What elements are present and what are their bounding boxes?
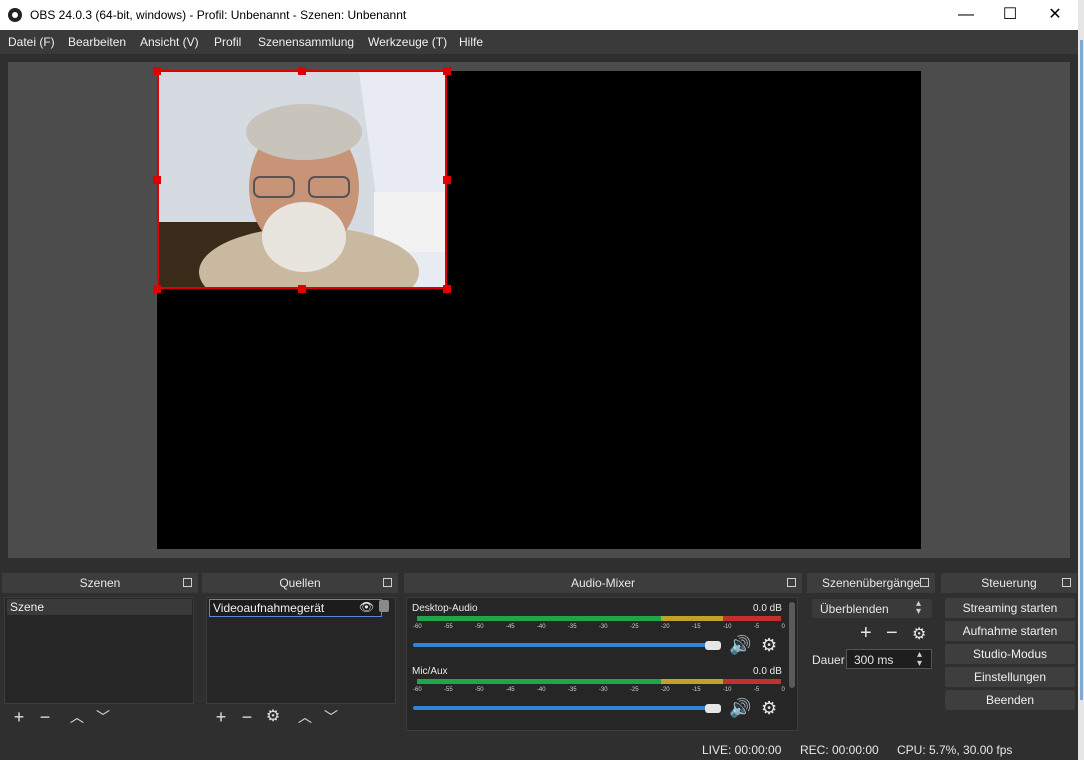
menu-datei[interactable]: Datei (F) bbox=[8, 35, 55, 49]
cpu-fps: CPU: 5.7%, 30.00 fps bbox=[897, 743, 1013, 757]
remove-scene-minus-icon[interactable]: − bbox=[33, 705, 57, 729]
scenes-list[interactable]: Szene bbox=[4, 597, 194, 704]
add-scene-plus-icon[interactable]: + bbox=[7, 705, 31, 729]
move-down-chevron-icon[interactable]: ﹀ bbox=[319, 705, 343, 729]
side-scrollbar bbox=[1078, 0, 1084, 760]
channel-name: Desktop-Audio bbox=[412, 603, 478, 614]
move-up-chevron-icon[interactable]: ︿ bbox=[293, 705, 317, 729]
menu-bar: Datei (F) Bearbeiten Ansicht (V) Profil … bbox=[0, 30, 1078, 54]
meter-ticks: -60 -55 -50 -45 -40 -35 -30 -25 -20 -15 -10 -5 0 bbox=[413, 624, 785, 630]
sources-title: Quellen bbox=[279, 576, 321, 590]
add-transition-plus-icon[interactable]: + bbox=[860, 622, 872, 645]
webcam-source-preview[interactable] bbox=[157, 70, 447, 289]
rec-time: REC: 00:00:00 bbox=[800, 743, 879, 757]
resize-handle-tl[interactable] bbox=[153, 67, 161, 75]
exit-button[interactable]: Beenden bbox=[945, 690, 1075, 710]
title-bar: OBS 24.0.3 (64-bit, windows) - Profil: U… bbox=[0, 0, 1078, 30]
close-button[interactable]: ✕ bbox=[1032, 0, 1078, 30]
channel-settings-gear-icon[interactable]: ⚙ bbox=[761, 698, 777, 719]
volume-slider[interactable] bbox=[413, 706, 717, 710]
remove-source-minus-icon[interactable]: − bbox=[235, 705, 259, 729]
scenes-title: Szenen bbox=[79, 576, 121, 590]
add-source-plus-icon[interactable]: + bbox=[209, 705, 233, 729]
menu-profil[interactable]: Profil bbox=[214, 35, 241, 49]
menu-bearbeiten[interactable]: Bearbeiten bbox=[68, 35, 126, 49]
mixer-scrollbar[interactable] bbox=[789, 602, 795, 688]
transitions-title: Szenenübergänge bbox=[821, 576, 921, 590]
maximize-button[interactable]: ☐ bbox=[987, 0, 1033, 30]
mixer-title: Audio-Mixer bbox=[570, 576, 636, 590]
source-settings-gear-icon[interactable]: ⚙ bbox=[261, 705, 285, 729]
controls-title: Steuerung bbox=[981, 576, 1037, 590]
float-dock-icon[interactable] bbox=[183, 578, 192, 587]
status-bar: LIVE: 00:00:00 REC: 00:00:00 CPU: 5.7%, … bbox=[0, 740, 1078, 760]
volume-slider[interactable] bbox=[413, 643, 717, 647]
float-dock-icon[interactable] bbox=[1062, 578, 1071, 587]
resize-handle-br[interactable] bbox=[443, 285, 451, 293]
lock-icon[interactable] bbox=[379, 600, 389, 612]
start-recording-button[interactable]: Aufnahme starten bbox=[945, 621, 1075, 641]
transitions-dock-title: Szenenübergänge bbox=[807, 573, 935, 593]
move-up-chevron-icon[interactable]: ︿ bbox=[65, 705, 89, 729]
window-title: OBS 24.0.3 (64-bit, windows) - Profil: U… bbox=[30, 8, 407, 22]
minimize-button[interactable]: — bbox=[943, 0, 989, 30]
menu-ansicht[interactable]: Ansicht (V) bbox=[140, 35, 199, 49]
float-dock-icon[interactable] bbox=[920, 578, 929, 587]
move-down-chevron-icon[interactable]: ﹀ bbox=[91, 705, 115, 729]
resize-handle-l[interactable] bbox=[153, 176, 161, 184]
studio-mode-button[interactable]: Studio-Modus bbox=[945, 644, 1075, 664]
updown-chevron-icon: ▴ ▾ bbox=[916, 598, 922, 617]
menu-werkzeuge[interactable]: Werkzeuge (T) bbox=[368, 35, 447, 49]
channel-name: Mic/Aux bbox=[412, 666, 448, 677]
transition-settings-gear-icon[interactable]: ⚙ bbox=[912, 624, 926, 644]
start-streaming-button[interactable]: Streaming starten bbox=[945, 598, 1075, 618]
controls-dock-title: Steuerung bbox=[941, 573, 1077, 593]
float-dock-icon[interactable] bbox=[383, 578, 392, 587]
sources-dock-title: Quellen bbox=[202, 573, 398, 593]
menu-szenensammlung[interactable]: Szenensammlung bbox=[258, 35, 354, 49]
volume-slider-knob[interactable] bbox=[705, 641, 721, 650]
resize-handle-t[interactable] bbox=[298, 67, 306, 75]
obs-logo-icon bbox=[8, 8, 22, 22]
source-item-label: Videoaufnahmegerät bbox=[213, 601, 325, 615]
webcam-image bbox=[159, 72, 445, 287]
scenes-dock-title: Szenen bbox=[2, 573, 198, 593]
meter-ticks: -60 -55 -50 -45 -40 -35 -30 -25 -20 -15 -10 -5 0 bbox=[413, 687, 785, 693]
float-dock-icon[interactable] bbox=[787, 578, 796, 587]
mixer-panel: Desktop-Audio 0.0 dB -60 -55 -50 -45 -40 -35-… bbox=[406, 597, 798, 731]
resize-handle-r[interactable] bbox=[443, 176, 451, 184]
resize-handle-b[interactable] bbox=[298, 285, 306, 293]
settings-button[interactable]: Einstellungen bbox=[945, 667, 1075, 687]
channel-level: 0.0 dB bbox=[753, 603, 782, 614]
mixer-dock-title: Audio-Mixer bbox=[404, 573, 802, 593]
visibility-eye-icon[interactable]: 👁 bbox=[359, 600, 374, 614]
volume-meter bbox=[417, 679, 781, 684]
menu-hilfe[interactable]: Hilfe bbox=[459, 35, 483, 49]
transition-selected-value: Überblenden bbox=[820, 602, 889, 616]
source-item[interactable]: Videoaufnahmegerät bbox=[209, 599, 382, 617]
resize-handle-bl[interactable] bbox=[153, 285, 161, 293]
sources-toolbar: + − ⚙ ︿ ﹀ bbox=[206, 705, 396, 729]
spin-chevron-icon[interactable]: ▴ ▾ bbox=[917, 650, 922, 669]
speaker-icon[interactable]: 🔊 bbox=[729, 698, 751, 719]
duration-spinbox[interactable]: 300 ms ▴ ▾ bbox=[846, 649, 932, 669]
transition-select[interactable]: Überblenden ▴ ▾ bbox=[812, 599, 932, 618]
duration-value: 300 ms bbox=[854, 653, 894, 667]
scene-item[interactable]: Szene bbox=[7, 599, 192, 615]
volume-slider-knob[interactable] bbox=[705, 704, 721, 713]
resize-handle-tr[interactable] bbox=[443, 67, 451, 75]
channel-level: 0.0 dB bbox=[753, 666, 782, 677]
volume-meter bbox=[417, 616, 781, 621]
duration-label: Dauer bbox=[812, 653, 845, 667]
sources-list[interactable]: Videoaufnahmegerät 👁 bbox=[206, 597, 396, 704]
channel-settings-gear-icon[interactable]: ⚙ bbox=[761, 635, 777, 656]
speaker-icon[interactable]: 🔊 bbox=[729, 635, 751, 656]
remove-transition-minus-icon[interactable]: − bbox=[886, 622, 898, 645]
live-time: LIVE: 00:00:00 bbox=[702, 743, 782, 757]
scenes-toolbar: + − ︿ ﹀ bbox=[4, 705, 194, 729]
